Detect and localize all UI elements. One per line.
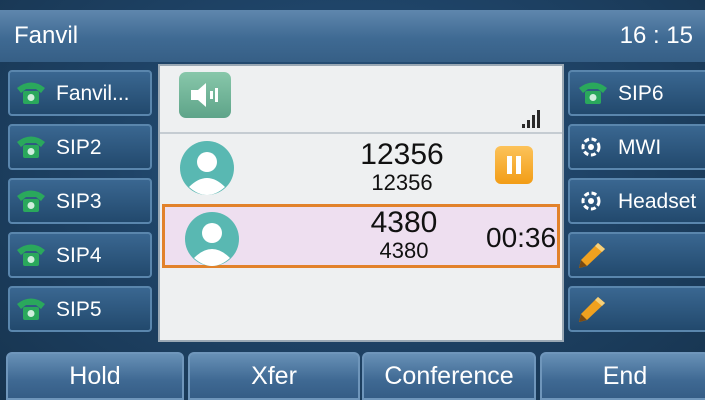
- hold-button[interactable]: Hold: [6, 352, 184, 400]
- phone-screen: Fanvil 16 : 15 Fanvil... SIP2 SIP3 SIP4 …: [0, 0, 705, 400]
- signal-bars-icon: [522, 110, 540, 128]
- softkey-bar: Hold Xfer Conference End: [0, 352, 705, 400]
- avatar-icon: [185, 212, 239, 266]
- call-duration: 00:36: [486, 222, 557, 253]
- headset-icon: [581, 191, 601, 211]
- dss-key-label: SIP6: [618, 81, 664, 105]
- avatar-icon: [180, 141, 234, 195]
- call-number: 12356: [360, 138, 444, 171]
- line-key-4[interactable]: SIP4: [8, 232, 152, 278]
- call-panel: 12356 12356 4380 4380 00:36: [158, 64, 564, 342]
- line-key-1[interactable]: Fanvil...: [8, 70, 152, 116]
- divider: [160, 132, 562, 134]
- phone-icon: [17, 298, 45, 320]
- phone-icon: [17, 190, 45, 212]
- call-item-held[interactable]: 12356 12356: [160, 136, 562, 200]
- dss-key-label: MWI: [618, 135, 662, 159]
- pencil-icon: [579, 297, 605, 322]
- line-key-5[interactable]: SIP5: [8, 286, 152, 332]
- line-key-label: SIP3: [56, 189, 102, 213]
- transfer-button[interactable]: Xfer: [188, 352, 360, 400]
- line-key-3[interactable]: SIP3: [8, 178, 152, 224]
- phone-icon: [17, 82, 45, 104]
- speaker-icon: [191, 83, 218, 107]
- dss-key-headset[interactable]: Headset: [568, 178, 705, 224]
- brand-label: Fanvil: [14, 22, 79, 49]
- dss-key-sip6[interactable]: SIP6: [568, 70, 705, 116]
- speaker-button[interactable]: [179, 72, 231, 118]
- dss-key-empty-2[interactable]: [568, 286, 705, 332]
- call-name: 12356: [371, 170, 433, 195]
- call-item-active[interactable]: 4380 4380 00:36: [162, 204, 560, 268]
- conference-button[interactable]: Conference: [362, 352, 536, 400]
- dss-key-label: Headset: [618, 189, 697, 213]
- line-key-2[interactable]: SIP2: [8, 124, 152, 170]
- mwi-icon: [581, 137, 601, 157]
- line-key-label: SIP2: [56, 135, 102, 159]
- line-key-label: SIP5: [56, 297, 102, 321]
- clock: 16 : 15: [619, 22, 693, 49]
- end-call-button[interactable]: End: [540, 352, 705, 400]
- status-bar: Fanvil 16 : 15: [0, 10, 705, 62]
- phone-icon: [17, 244, 45, 266]
- line-key-label: SIP4: [56, 243, 102, 267]
- call-number: 4380: [370, 206, 438, 239]
- call-name: 4380: [379, 238, 429, 263]
- line-key-label: Fanvil...: [56, 81, 130, 105]
- pause-icon: [495, 146, 533, 184]
- dss-key-empty-1[interactable]: [568, 232, 705, 278]
- dss-key-mwi[interactable]: MWI: [568, 124, 705, 170]
- pencil-icon: [579, 243, 605, 268]
- phone-icon: [579, 82, 607, 104]
- phone-icon: [17, 136, 45, 158]
